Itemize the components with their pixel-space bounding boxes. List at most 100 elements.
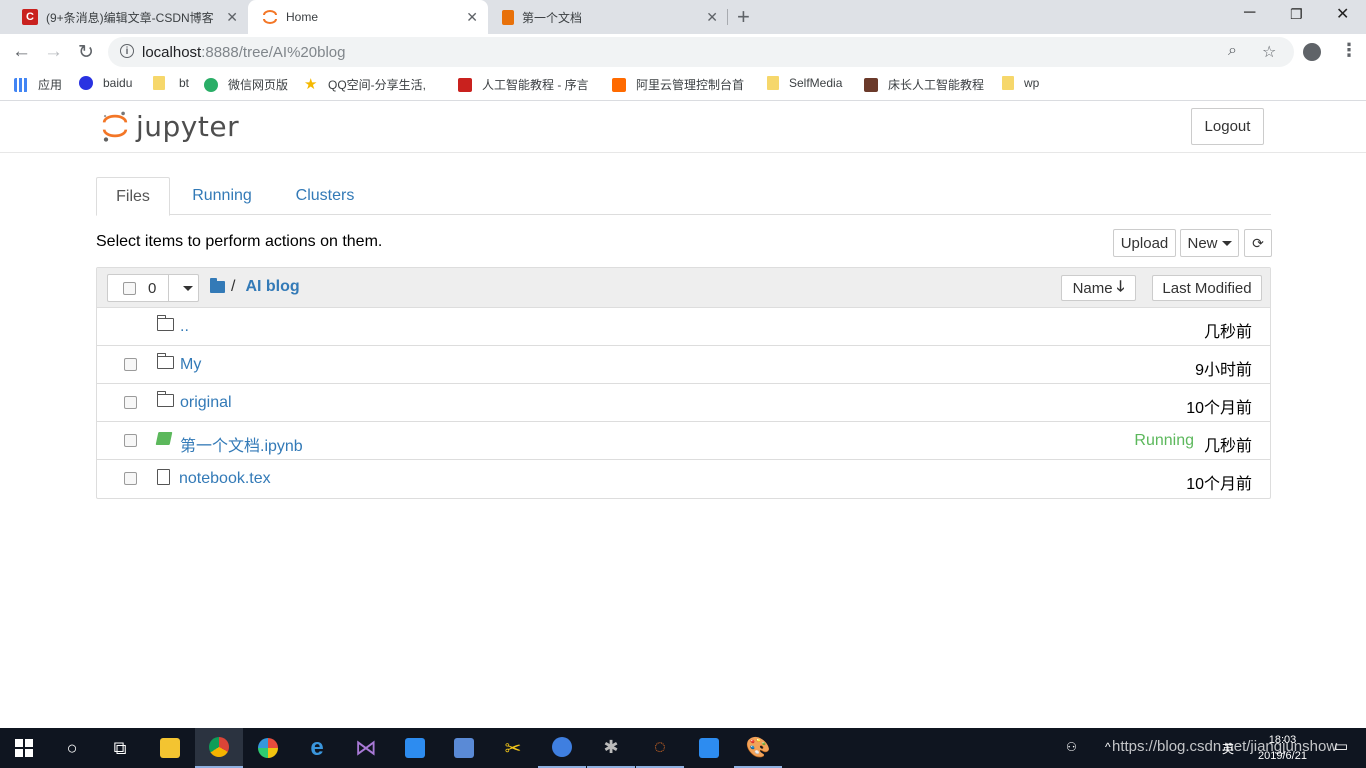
bookmark-selfmedia[interactable]: SelfMedia (767, 76, 842, 90)
bookmark-label: SelfMedia (789, 76, 843, 90)
browser-tab-home[interactable]: Home ✕ (248, 0, 488, 34)
list-item[interactable]: original 10个月前 (97, 384, 1270, 422)
notebook-icon (502, 9, 514, 25)
jupyter-taskbar-icon[interactable]: ◌ (636, 728, 684, 768)
bookmark-label: 床长人工智能教程 (888, 78, 985, 92)
app-star-icon[interactable] (391, 728, 439, 768)
close-icon[interactable]: ✕ (706, 9, 718, 26)
tab-files[interactable]: Files (96, 177, 170, 216)
wps-icon[interactable] (538, 728, 586, 768)
bookmark-label: 阿里云管理控制台首 (636, 78, 745, 92)
paint-icon[interactable]: 🎨 (734, 728, 782, 768)
bookmark-star-icon[interactable]: ☆ (1262, 42, 1276, 62)
app-star2-icon[interactable] (685, 728, 733, 768)
item-name[interactable]: 第一个文档.ipynb (180, 432, 303, 456)
list-item[interactable]: 第一个文档.ipynb Running 几秒前 (97, 422, 1270, 460)
browser-tab-notebook[interactable]: 第一个文档 ✕ (488, 0, 728, 34)
tab-divider (727, 9, 728, 25)
select-all-checkbox[interactable] (123, 282, 136, 295)
listing-header: 0 / AI blog Name 🡓 Last Modified (97, 268, 1270, 308)
pinwheel-icon (258, 738, 278, 758)
file-explorer-icon[interactable] (146, 728, 194, 768)
terminal-app-icon[interactable]: ✱ (587, 728, 635, 768)
sort-by-modified-button[interactable]: Last Modified (1152, 275, 1262, 301)
upload-button[interactable]: Upload (1113, 229, 1176, 257)
reload-icon[interactable]: ↻ (78, 41, 94, 64)
list-item[interactable]: My 9小时前 (97, 346, 1270, 384)
bug-icon: ✱ (603, 736, 619, 757)
new-label: New (1187, 234, 1218, 252)
close-icon[interactable]: ✕ (226, 9, 238, 26)
bookmark-ai-tutorial[interactable]: 人工智能教程 - 序言 (458, 76, 589, 93)
refresh-button[interactable]: ⟳ (1244, 229, 1272, 257)
forward-icon[interactable]: → (44, 41, 63, 63)
folder-home-icon[interactable] (210, 278, 225, 293)
browser-tab-csdn[interactable]: C (9+条消息)编辑文章-CSDN博客 ✕ (8, 0, 248, 34)
close-icon[interactable]: ✕ (466, 9, 478, 26)
logout-button[interactable]: Logout (1191, 108, 1264, 145)
close-window-icon[interactable]: ✕ (1336, 4, 1349, 24)
windows-start-icon[interactable] (0, 728, 48, 768)
restore-icon[interactable]: ❐ (1290, 6, 1303, 23)
item-checkbox[interactable] (124, 472, 137, 485)
bookmark-baidu[interactable]: baidu (79, 76, 132, 90)
star-app-icon (405, 738, 425, 758)
bookmark-wp[interactable]: wp (1002, 76, 1039, 90)
zoom-icon[interactable]: ⌕ (1228, 42, 1237, 60)
sort-by-name-button[interactable]: Name 🡓 (1061, 275, 1136, 301)
bookmark-apps[interactable]: 应用 (14, 76, 62, 93)
item-name[interactable]: original (180, 394, 232, 412)
app-tools-icon[interactable]: ✂ (489, 728, 537, 768)
list-item[interactable]: notebook.tex 10个月前 (97, 460, 1270, 498)
edge-icon[interactable]: e (293, 728, 341, 768)
jupyter-logo-icon (102, 111, 128, 142)
bookmark-aliyun[interactable]: 阿里云管理控制台首 (612, 76, 744, 93)
info-icon[interactable]: i (120, 44, 134, 58)
select-menu-caret-icon[interactable] (183, 286, 193, 291)
item-name[interactable]: .. (180, 318, 189, 336)
list-item[interactable]: .. 几秒前 (97, 308, 1270, 346)
arrow-down-icon: 🡓 (1116, 277, 1125, 295)
breadcrumb-current[interactable]: AI blog (245, 278, 299, 296)
profile-avatar-icon[interactable] (1303, 43, 1321, 61)
bookmark-qzone[interactable]: ★ QQ空间-分享生活, (304, 76, 426, 93)
baidu-icon (79, 76, 93, 90)
search-icon[interactable]: ○ (48, 728, 96, 768)
menu-kebab-icon[interactable]: ⋮ (1340, 40, 1358, 61)
item-checkbox[interactable] (124, 396, 137, 409)
chrome-icon[interactable] (195, 728, 243, 768)
address-bar[interactable]: i localhost:8888/tree/AI%20blog ⌕ ☆ (108, 37, 1294, 67)
tools-icon: ✂ (504, 737, 522, 760)
browser-toolbar: ← → ↻ i localhost:8888/tree/AI%20blog ⌕ … (0, 34, 1366, 70)
windows-logo-icon (15, 739, 33, 757)
back-icon[interactable]: ← (12, 41, 31, 63)
bookmark-bt[interactable]: bt (153, 76, 189, 90)
remote-desktop-icon[interactable] (440, 728, 488, 768)
task-view-icon[interactable]: ⧉ (96, 728, 144, 768)
bookmark-wechat[interactable]: 微信网页版 (204, 76, 288, 93)
new-tab-plus-icon[interactable]: + (737, 4, 750, 30)
tab-clusters[interactable]: Clusters (284, 177, 366, 215)
folder-icon (160, 738, 180, 758)
url-path: :8888/tree/AI%20blog (201, 44, 346, 61)
people-icon[interactable]: ⚇ (1066, 740, 1077, 754)
item-modified: 10个月前 (1186, 476, 1252, 493)
visual-studio-icon[interactable]: ⋈ (342, 728, 390, 768)
new-dropdown-button[interactable]: New (1180, 229, 1239, 257)
tab-running[interactable]: Running (178, 177, 266, 215)
bookmark-label: 应用 (38, 78, 63, 92)
folder-icon (767, 76, 779, 90)
tray-chevron-up-icon[interactable]: ^ (1105, 740, 1111, 754)
jupyter-logo[interactable]: jupyter (100, 108, 239, 144)
item-checkbox[interactable] (124, 358, 137, 371)
bookmark-label: 人工智能教程 - 序言 (482, 78, 589, 92)
url-text[interactable]: localhost:8888/tree/AI%20blog (142, 44, 345, 61)
select-all-group: 0 (107, 274, 199, 302)
item-checkbox[interactable] (124, 434, 137, 447)
app-pinwheel-icon[interactable] (244, 728, 292, 768)
item-name[interactable]: My (180, 356, 201, 374)
item-name[interactable]: notebook.tex (179, 470, 271, 488)
bookmark-chuangzhang[interactable]: 床长人工智能教程 (864, 76, 984, 93)
minimize-icon[interactable]: ─ (1244, 4, 1255, 22)
divider (168, 275, 169, 301)
